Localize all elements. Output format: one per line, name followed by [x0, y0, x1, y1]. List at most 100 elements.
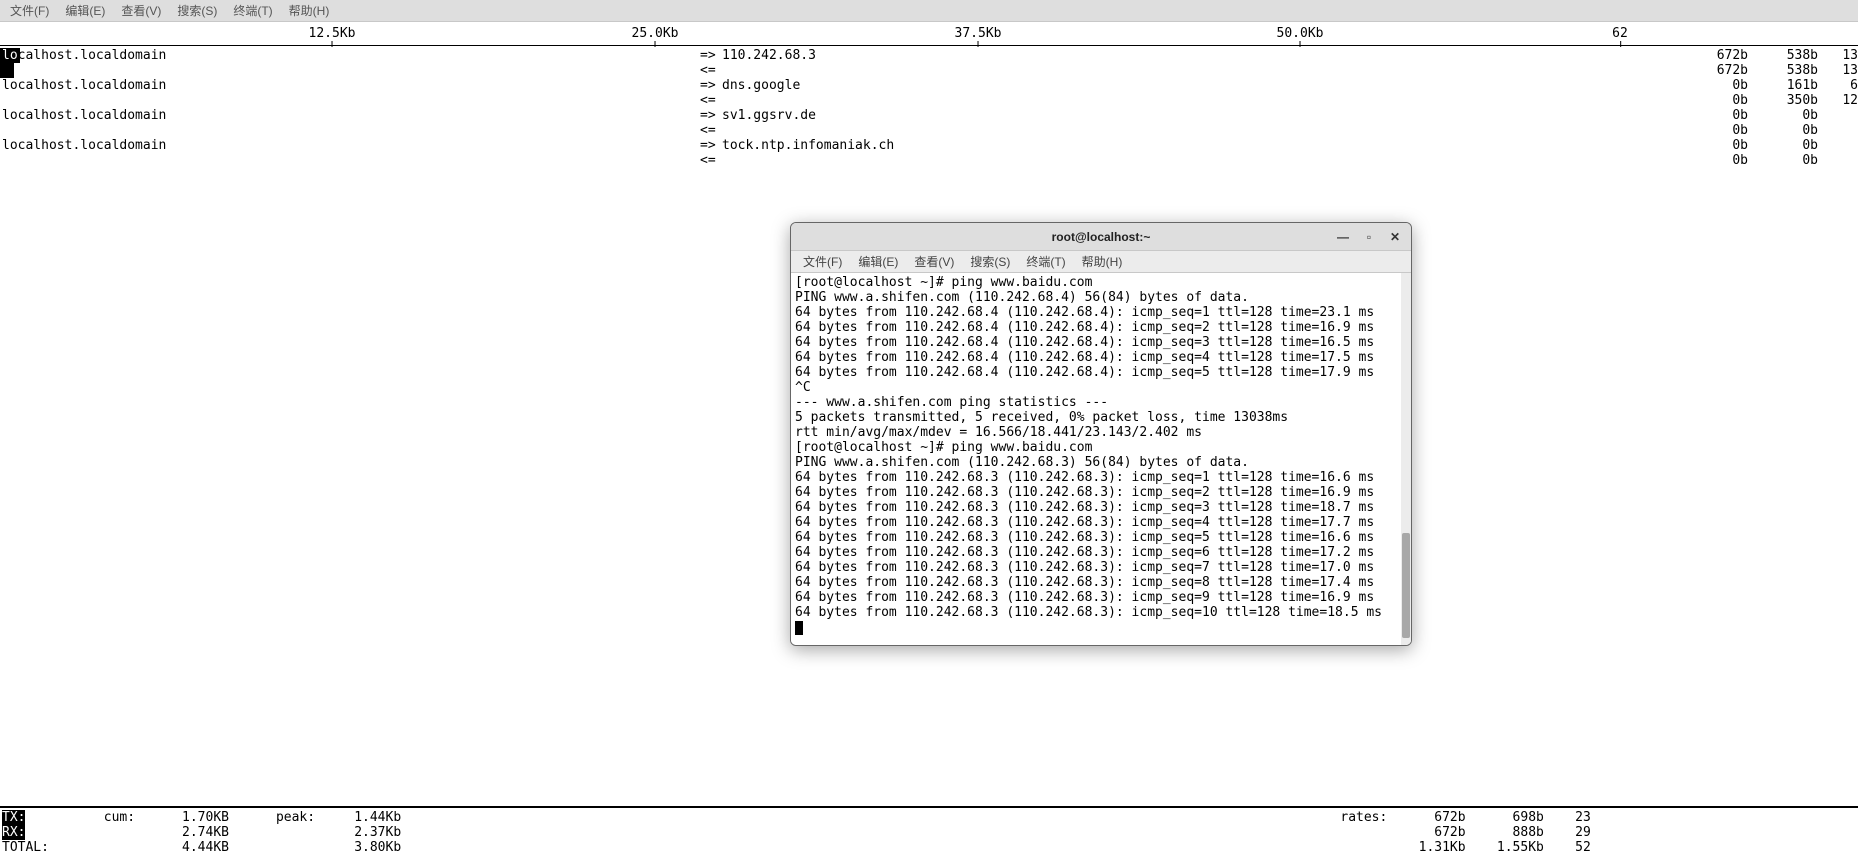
terminal-line: 64 bytes from 110.242.68.3 (110.242.68.3…	[795, 530, 1407, 545]
rate-col-3: 6	[1818, 78, 1858, 93]
rate-col-2: 538b	[1748, 63, 1818, 78]
terminal-title: root@localhost:~	[1052, 230, 1151, 244]
minimize-button[interactable]: —	[1331, 227, 1355, 247]
rate-col-1: 0b	[1678, 123, 1748, 138]
terminal-line: --- www.a.shifen.com ping statistics ---	[795, 395, 1407, 410]
rate-col-2: 538b	[1748, 48, 1818, 63]
arrow-out-icon: =>	[700, 48, 722, 63]
menu-item[interactable]: 文件(F)	[4, 0, 55, 21]
iftop-connections: localhost.localdomain=>110.242.68.3672b5…	[0, 46, 1858, 168]
rate-col-2: 0b	[1748, 108, 1818, 123]
connection-row-out: localhost.localdomain=>sv1.ggsrv.de0b0b	[0, 108, 1858, 123]
rate-col-3: 13	[1818, 48, 1858, 63]
totals-tx: TX: cum: 1.70KB peak: 1.44Kb rates: 672b…	[2, 810, 1856, 825]
scale-tick: 37.5Kb	[955, 22, 1002, 41]
terminal-line: 64 bytes from 110.242.68.4 (110.242.68.4…	[795, 365, 1407, 380]
src-host: localhost.localdomain	[0, 78, 700, 93]
connection-row-in: <= 672b538b13	[0, 63, 1858, 78]
src-host: localhost.localdomain	[0, 48, 700, 63]
menu-item[interactable]: 编辑(E)	[852, 251, 904, 272]
rate-col-2: 161b	[1748, 78, 1818, 93]
menu-item[interactable]: 文件(F)	[797, 251, 848, 272]
menu-item[interactable]: 帮助(H)	[1076, 251, 1129, 272]
terminal-window[interactable]: root@localhost:~ — ▫ ✕ 文件(F)编辑(E)查看(V)搜索…	[790, 222, 1412, 646]
connection-row-out: localhost.localdomain=>dns.google0b161b6	[0, 78, 1858, 93]
scale-tick: 50.0Kb	[1277, 22, 1324, 41]
src-host: localhost.localdomain	[0, 108, 700, 123]
rate-col-2: 0b	[1748, 123, 1818, 138]
rate-col-3	[1818, 123, 1858, 138]
terminal-line: [root@localhost ~]# ping www.baidu.com	[795, 440, 1407, 455]
rate-col-1: 672b	[1678, 48, 1748, 63]
terminal-line: PING www.a.shifen.com (110.242.68.4) 56(…	[795, 290, 1407, 305]
rate-col-3	[1818, 108, 1858, 123]
terminal-line: 64 bytes from 110.242.68.4 (110.242.68.4…	[795, 320, 1407, 335]
rate-col-2: 0b	[1748, 153, 1818, 168]
terminal-line: 64 bytes from 110.242.68.3 (110.242.68.3…	[795, 560, 1407, 575]
terminal-line: 64 bytes from 110.242.68.3 (110.242.68.3…	[795, 500, 1407, 515]
menu-item[interactable]: 编辑(E)	[59, 0, 111, 21]
iftop-totals: TX: cum: 1.70KB peak: 1.44Kb rates: 672b…	[0, 806, 1858, 857]
rate-col-3	[1818, 153, 1858, 168]
src-host: localhost.localdomain	[0, 138, 700, 153]
menu-item[interactable]: 查看(V)	[115, 0, 167, 21]
terminal-line: 64 bytes from 110.242.68.3 (110.242.68.3…	[795, 575, 1407, 590]
iftop-scale: 12.5Kb25.0Kb37.5Kb50.0Kb62	[0, 22, 1858, 46]
terminal-line: 64 bytes from 110.242.68.3 (110.242.68.3…	[795, 470, 1407, 485]
dst-host: dns.google	[722, 78, 1678, 93]
terminal-line: ^C	[795, 380, 1407, 395]
menu-item[interactable]: 搜索(S)	[171, 0, 223, 21]
scrollbar-thumb[interactable]	[1402, 533, 1410, 637]
terminal-line: 64 bytes from 110.242.68.3 (110.242.68.3…	[795, 485, 1407, 500]
dst-host: tock.ntp.infomaniak.ch	[722, 138, 1678, 153]
close-button[interactable]: ✕	[1383, 227, 1407, 247]
terminal-line: rtt min/avg/max/mdev = 16.566/18.441/23.…	[795, 425, 1407, 440]
terminal-menubar[interactable]: 文件(F)编辑(E)查看(V)搜索(S)终端(T)帮助(H)	[791, 251, 1411, 273]
terminal-line: 64 bytes from 110.242.68.3 (110.242.68.3…	[795, 590, 1407, 605]
connection-row-in: <= 0b0b	[0, 123, 1858, 138]
terminal-line	[795, 620, 1407, 635]
connection-row-in: <=0b350b12	[0, 93, 1858, 108]
scale-tick: 25.0Kb	[632, 22, 679, 41]
terminal-body[interactable]: [root@localhost ~]# ping www.baidu.comPI…	[791, 273, 1411, 645]
terminal-scrollbar[interactable]	[1401, 273, 1411, 645]
rate-col-1: 0b	[1678, 138, 1748, 153]
rate-col-1: 0b	[1678, 78, 1748, 93]
rate-col-2: 350b	[1748, 93, 1818, 108]
terminal-line: [root@localhost ~]# ping www.baidu.com	[795, 275, 1407, 290]
scale-tick: 62	[1612, 22, 1628, 41]
terminal-line: 64 bytes from 110.242.68.3 (110.242.68.3…	[795, 545, 1407, 560]
arrow-out-icon: =>	[700, 138, 722, 153]
terminal-line: 64 bytes from 110.242.68.4 (110.242.68.4…	[795, 335, 1407, 350]
terminal-line: 64 bytes from 110.242.68.3 (110.242.68.3…	[795, 605, 1407, 620]
menu-item[interactable]: 终端(T)	[227, 0, 278, 21]
arrow-in-icon: <=	[700, 63, 722, 78]
menu-item[interactable]: 帮助(H)	[283, 0, 336, 21]
menu-item[interactable]: 查看(V)	[908, 251, 960, 272]
arrow-out-icon: =>	[700, 78, 722, 93]
connection-row-in: <=0b0b	[0, 153, 1858, 168]
rate-col-2: 0b	[1748, 138, 1818, 153]
maximize-button[interactable]: ▫	[1357, 227, 1381, 247]
arrow-in-icon: <=	[700, 123, 722, 138]
rate-col-3	[1818, 138, 1858, 153]
rate-col-3: 13	[1818, 63, 1858, 78]
dst-host: 110.242.68.3	[722, 48, 1678, 63]
terminal-line: PING www.a.shifen.com (110.242.68.3) 56(…	[795, 455, 1407, 470]
menu-item[interactable]: 终端(T)	[1020, 251, 1071, 272]
bg-terminal-menubar[interactable]: 文件(F)编辑(E)查看(V)搜索(S)终端(T)帮助(H)	[0, 0, 1858, 22]
menu-item[interactable]: 搜索(S)	[964, 251, 1016, 272]
terminal-line: 64 bytes from 110.242.68.3 (110.242.68.3…	[795, 515, 1407, 530]
terminal-line: 64 bytes from 110.242.68.4 (110.242.68.4…	[795, 350, 1407, 365]
rate-col-1: 672b	[1678, 63, 1748, 78]
rate-col-3: 12	[1818, 93, 1858, 108]
terminal-titlebar[interactable]: root@localhost:~ — ▫ ✕	[791, 223, 1411, 251]
terminal-line: 5 packets transmitted, 5 received, 0% pa…	[795, 410, 1407, 425]
terminal-line: 64 bytes from 110.242.68.4 (110.242.68.4…	[795, 305, 1407, 320]
totals-total: TOTAL: 4.44KB 3.80Kb 1.31Kb 1.55Kb	[2, 840, 1856, 855]
arrow-in-icon: <=	[700, 153, 722, 168]
rate-col-1: 0b	[1678, 108, 1748, 123]
connection-row-out: localhost.localdomain=>tock.ntp.infomani…	[0, 138, 1858, 153]
connection-row-out: localhost.localdomain=>110.242.68.3672b5…	[0, 48, 1858, 63]
dst-host: sv1.ggsrv.de	[722, 108, 1678, 123]
